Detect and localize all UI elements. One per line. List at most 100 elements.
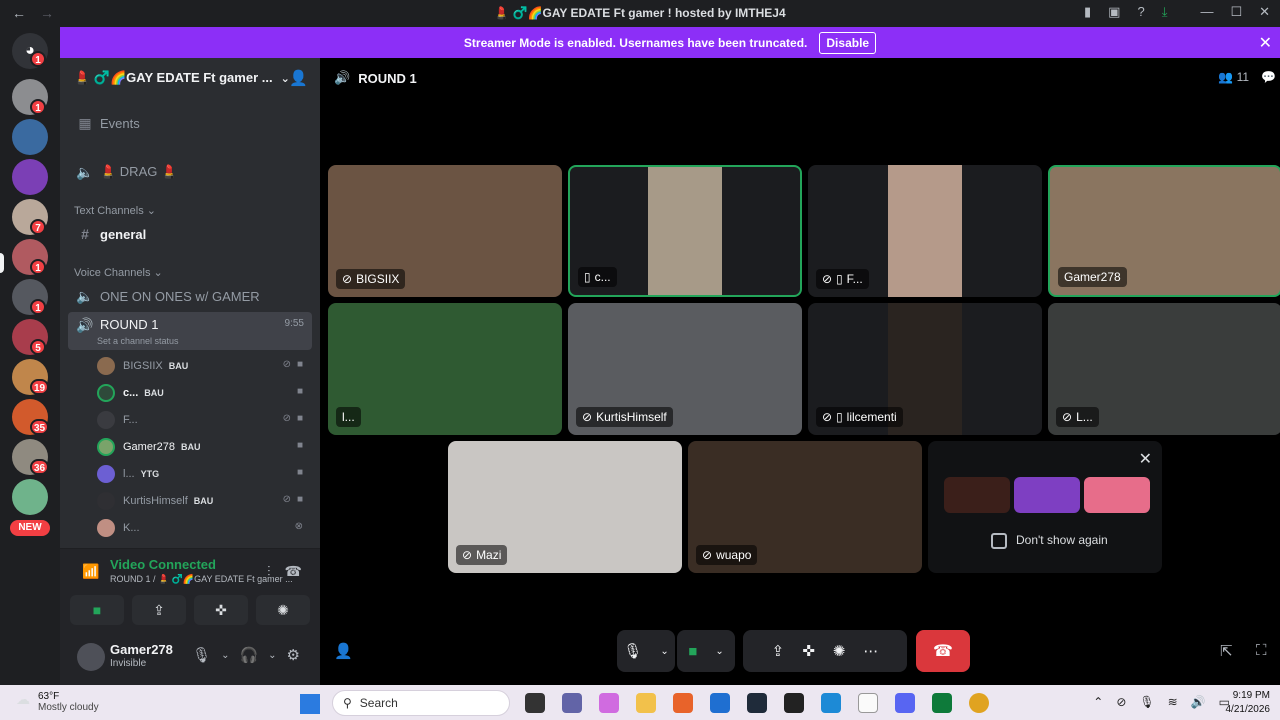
voice-member[interactable]: l... YTG ■	[97, 463, 315, 485]
maximize-button[interactable]: ☐	[1230, 4, 1242, 20]
chevron-down-icon: ⌄	[660, 645, 669, 657]
activity-thumbnail[interactable]	[1084, 477, 1150, 513]
pop-out-icon[interactable]: ⇱	[1220, 642, 1233, 660]
soundboard-button[interactable]: ✺	[256, 595, 310, 625]
tray-app-icon[interactable]: ⊘	[1116, 695, 1126, 709]
notion-icon[interactable]	[784, 693, 804, 713]
voice-member[interactable]: c... BAU ■	[97, 382, 315, 404]
disconnect-icon[interactable]: ☎	[285, 563, 302, 580]
video-tile[interactable]: ⊘ BIGSIIX	[328, 165, 562, 297]
activities-button[interactable]: ✜	[194, 595, 248, 625]
weather-widget[interactable]: ☁ 63°F Mostly cloudy	[16, 691, 99, 713]
notepad-icon[interactable]	[858, 693, 878, 713]
category-text-channels[interactable]: Text Channels ⌄	[74, 204, 156, 217]
activity-thumbnail[interactable]	[1014, 477, 1080, 513]
video-tile[interactable]: l...	[328, 303, 562, 435]
dropbox-icon[interactable]	[747, 693, 767, 713]
channel-one-on-ones[interactable]: 🔈 ONE ON ONES w/ GAMER	[68, 283, 312, 309]
category-voice-channels[interactable]: Voice Channels ⌄	[74, 266, 163, 279]
inbox-icon[interactable]: ▣	[1108, 4, 1120, 20]
invite-icon[interactable]: 👤	[289, 69, 308, 87]
video-tile[interactable]: Gamer278	[1048, 165, 1280, 297]
chrome-icon[interactable]	[969, 693, 989, 713]
video-tile[interactable]: ▯ c...	[568, 165, 802, 297]
screen-share-icon[interactable]: ⇪	[772, 642, 785, 660]
wifi-icon[interactable]: ≋	[1168, 695, 1178, 709]
activities-icon[interactable]: ✜	[802, 642, 815, 660]
video-tile[interactable]: ⊘ ▯ F...	[808, 165, 1042, 297]
signal-icon[interactable]: 📶	[82, 563, 99, 580]
download-icon[interactable]: ⤓	[1162, 4, 1168, 20]
taskbar-search[interactable]: ⚲ Search	[332, 690, 510, 716]
teams-icon[interactable]	[562, 693, 582, 713]
mic-control[interactable]: 🎙 ⌄	[617, 630, 675, 672]
close-window-button[interactable]: ✕	[1259, 4, 1270, 20]
dont-show-label[interactable]: Don't show again	[1016, 533, 1108, 547]
server-icon[interactable]	[12, 159, 48, 195]
noise-suppression-icon[interactable]: ⫶	[267, 563, 271, 580]
close-icon[interactable]: ✕	[1139, 449, 1152, 469]
tray-overflow-icon[interactable]: ⌃	[1093, 695, 1103, 709]
settings-gear-icon[interactable]: ⚙	[287, 646, 300, 664]
voice-member[interactable]: K... ⊗	[97, 517, 315, 539]
user-avatar[interactable]	[77, 643, 105, 671]
xbox-icon: ⊗	[294, 521, 309, 532]
activity-thumbnail[interactable]	[944, 477, 1010, 513]
chevron-down-icon[interactable]: ⌄	[268, 650, 276, 664]
minimize-button[interactable]: —	[1200, 4, 1213, 20]
voice-member[interactable]: BIGSIIX BAU ⊘■	[97, 355, 315, 377]
chat-icon[interactable]: 💬	[1261, 70, 1276, 84]
more-options-icon[interactable]: ⋯	[863, 642, 878, 660]
app-icon[interactable]	[932, 693, 952, 713]
firefox-icon[interactable]	[673, 693, 693, 713]
mic-tray-icon[interactable]: 🎙	[1139, 695, 1154, 709]
events-item[interactable]: ▦ Events	[68, 110, 312, 136]
camera-control[interactable]: ■ ⌄	[677, 630, 735, 672]
video-tile[interactable]: ⊘ wuapo	[688, 441, 922, 573]
video-tile[interactable]: ⊘ Mazi	[448, 441, 682, 573]
video-tile[interactable]: ⊘ KurtisHimself	[568, 303, 802, 435]
server-icon[interactable]	[12, 119, 48, 155]
invite-user-icon[interactable]: 👤	[334, 642, 353, 660]
screen-share-button[interactable]: ⇪	[132, 595, 186, 625]
close-banner-icon[interactable]: ✕	[1259, 33, 1272, 53]
tile-name-tag: ⊘ BIGSIIX	[336, 269, 406, 289]
chevron-down-icon[interactable]: ⌄	[221, 650, 229, 664]
channel-general[interactable]: # general	[68, 221, 312, 247]
user-name[interactable]: Gamer278	[110, 642, 173, 657]
help-icon[interactable]: ?	[1137, 4, 1144, 20]
task-view-icon[interactable]	[525, 693, 545, 713]
server-icon[interactable]	[12, 479, 48, 515]
new-servers-badge[interactable]: NEW	[10, 520, 50, 536]
volume-icon[interactable]: 🔊	[1191, 695, 1206, 709]
disable-streamer-mode-button[interactable]: Disable	[819, 31, 877, 54]
server-header[interactable]: 💄 ♂️🌈GAY EDATE Ft gamer ... ⌄ 👤	[60, 58, 320, 98]
channel-drag[interactable]: 🔈 💄 DRAG 💄	[68, 159, 312, 185]
taskbar-clock[interactable]: 9:19 PM 4/21/2026	[1226, 689, 1271, 717]
member-tag: BAU	[180, 442, 201, 452]
copilot-icon[interactable]	[599, 693, 619, 713]
voice-status-title[interactable]: Video Connected	[110, 557, 216, 572]
soundboard-icon[interactable]: ✺	[833, 642, 846, 660]
microphone-icon[interactable]: 🎙	[192, 646, 211, 664]
tile-name: KurtisHimself	[596, 410, 667, 424]
file-explorer-icon[interactable]	[636, 693, 656, 713]
disconnect-call-button[interactable]: ☎	[916, 630, 970, 672]
fullscreen-icon[interactable]: ⛶	[1256, 642, 1267, 659]
voice-member[interactable]: KurtisHimself BAU ⊘■	[97, 490, 315, 512]
camera-button[interactable]: ■	[70, 595, 124, 625]
voice-member[interactable]: Gamer278 BAU ■	[97, 436, 315, 458]
edge-icon[interactable]	[821, 693, 841, 713]
participants-button[interactable]: 👥 11	[1218, 70, 1249, 84]
channel-status-input[interactable]: Set a channel status	[97, 336, 179, 346]
headphones-icon[interactable]: 🎧	[239, 646, 258, 664]
voice-status-subtitle[interactable]: ROUND 1 / 💄 ♂️🌈GAY EDATE Ft gamer ...	[110, 574, 293, 585]
dont-show-checkbox[interactable]	[991, 533, 1007, 549]
bookmark-icon[interactable]: ▮	[1084, 4, 1091, 20]
discord-taskbar-icon[interactable]	[895, 693, 915, 713]
voice-member[interactable]: F... ⊘■	[97, 409, 315, 431]
video-tile[interactable]: ⊘ ▯ lilcementi	[808, 303, 1042, 435]
start-button[interactable]	[300, 694, 320, 714]
mail-icon[interactable]	[710, 693, 730, 713]
video-tile[interactable]: ⊘ L...	[1048, 303, 1280, 435]
